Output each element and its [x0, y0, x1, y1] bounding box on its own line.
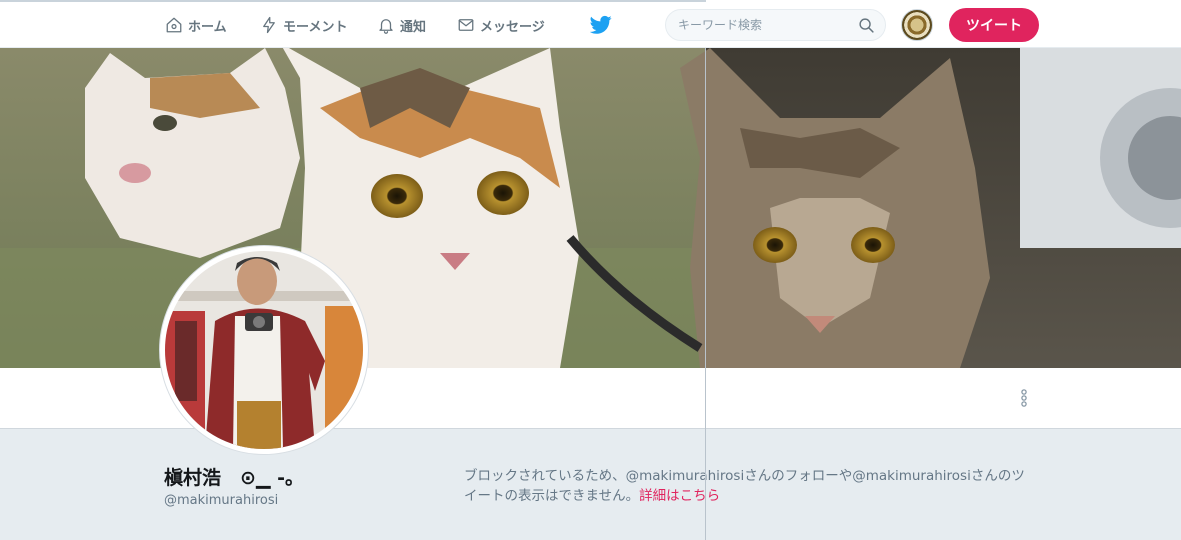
envelope-icon	[458, 19, 474, 31]
profile-avatar[interactable]	[159, 245, 369, 455]
profile-display-name: 槇村浩 ⊙▁ ‐。	[164, 467, 305, 489]
profile-screen-name[interactable]: @makimurahirosi	[164, 493, 278, 508]
window-edge	[0, 0, 706, 2]
nav-moments-label: モーメント	[283, 19, 348, 35]
lightning-icon	[263, 16, 275, 34]
nav-messages[interactable]: メッセージ	[457, 13, 545, 37]
account-avatar[interactable]	[901, 9, 933, 41]
profile-avatar-image	[165, 251, 363, 449]
nav-messages-label: メッセージ	[480, 19, 545, 35]
twitter-bird-icon[interactable]	[590, 15, 612, 35]
tweet-button[interactable]: ツイート	[949, 8, 1039, 42]
home-icon	[166, 17, 182, 33]
nav-home-label: ホーム	[188, 19, 227, 35]
nav-moments[interactable]: モーメント	[260, 13, 347, 37]
blocked-notice: ブロックされているため、@makimurahirosiさんのフォローや@maki…	[464, 466, 1034, 506]
search-input[interactable]	[678, 16, 848, 34]
blocked-notice-text: ブロックされているため、@makimurahirosiさんのフォローや@maki…	[464, 468, 1025, 504]
search-icon[interactable]	[858, 17, 875, 34]
divider-line	[705, 48, 706, 540]
nav-notifications-label: 通知	[400, 19, 427, 35]
bell-icon	[379, 19, 393, 34]
top-navigation: ホーム モーメント 通知 メッセージ ツイート	[0, 0, 1181, 48]
nav-home[interactable]: ホーム	[165, 13, 227, 37]
nav-notifications[interactable]: 通知	[377, 13, 426, 37]
more-vertical-icon[interactable]	[1018, 389, 1030, 407]
search-box	[665, 9, 886, 41]
learn-more-link[interactable]: 詳細はこちら	[639, 488, 720, 504]
